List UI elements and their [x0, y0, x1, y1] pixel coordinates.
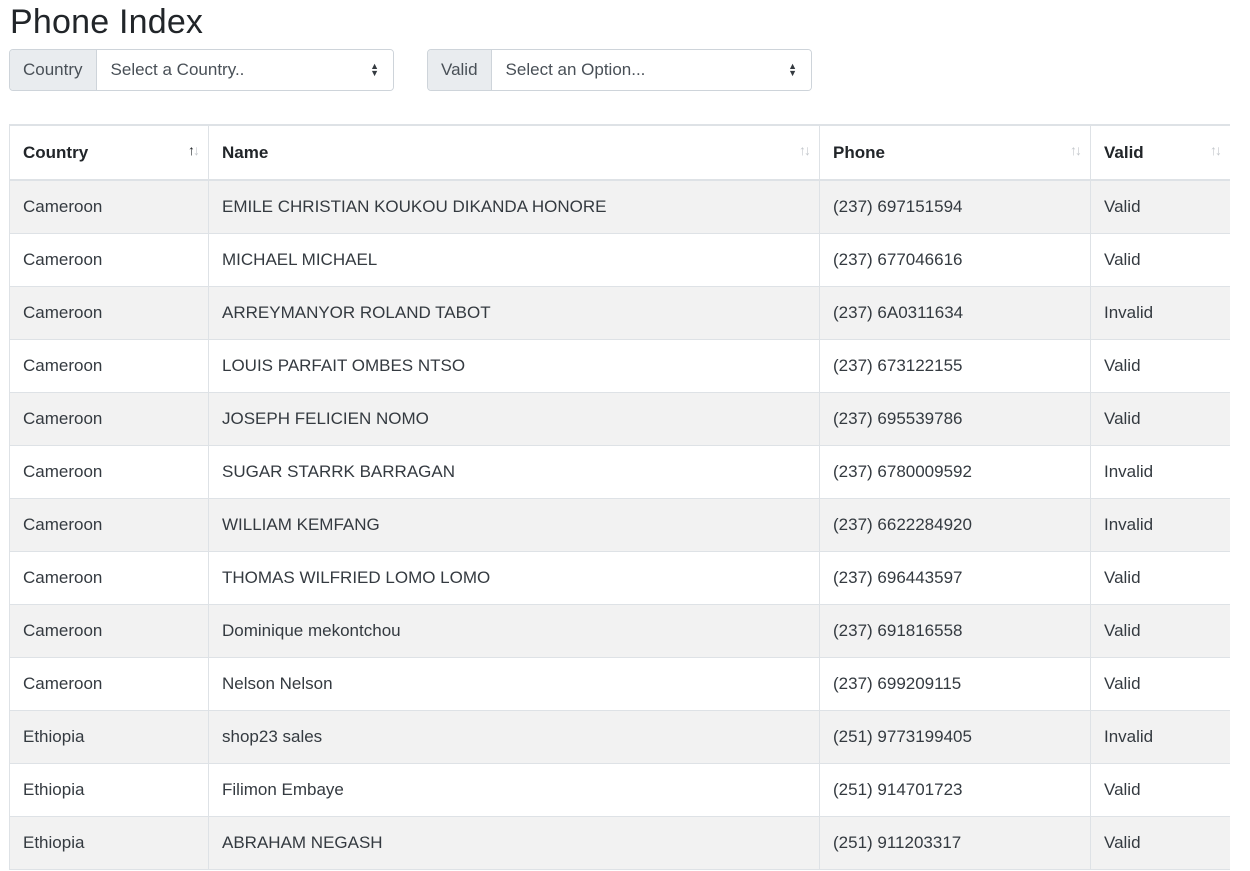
cell-valid: Valid — [1090, 815, 1230, 870]
phone-table-container: Country ↑↓ Name ↑↓ Phone ↑↓ Valid ↑↓ Cam… — [9, 124, 1230, 871]
table-row: Cameroon MICHAEL MICHAEL (237) 677046616 Va… — [9, 232, 1230, 287]
cell-name: THOMAS WILFRIED LOMO LOMO — [208, 550, 820, 605]
cell-valid: Valid — [1090, 603, 1230, 658]
select-arrows-icon: ▲ ▼ — [370, 61, 379, 78]
table-row: Ethiopia shop23 sales (251) 9773199405 Inva… — [9, 709, 1230, 764]
cell-valid: Invalid — [1090, 444, 1230, 499]
column-header-label: Phone — [833, 142, 885, 162]
cell-name: Dominique mekontchou — [208, 603, 820, 658]
cell-name: ARREYMANYOR ROLAND TABOT — [208, 285, 820, 340]
phone-table: Country ↑↓ Name ↑↓ Phone ↑↓ Valid ↑↓ Cam… — [9, 124, 1230, 870]
cell-phone: (237) 6622284920 — [819, 497, 1091, 552]
cell-name: JOSEPH FELICIEN NOMO — [208, 391, 820, 446]
cell-valid: Valid — [1090, 179, 1230, 234]
column-header-label: Country — [23, 142, 89, 162]
sort-ascending-icon: ↑↓ — [188, 142, 200, 158]
cell-name: Nelson Nelson — [208, 656, 820, 711]
cell-valid: Valid — [1090, 232, 1230, 287]
column-header-phone[interactable]: Phone ↑↓ — [819, 124, 1091, 181]
cell-country: Cameroon — [9, 179, 209, 234]
cell-valid: Valid — [1090, 656, 1230, 711]
cell-name: MICHAEL MICHAEL — [208, 232, 820, 287]
cell-phone: (251) 9773199405 — [819, 709, 1091, 764]
cell-phone: (237) 699209115 — [819, 656, 1091, 711]
column-header-country[interactable]: Country ↑↓ — [9, 124, 209, 181]
cell-country: Cameroon — [9, 550, 209, 605]
cell-country: Cameroon — [9, 444, 209, 499]
cell-valid: Invalid — [1090, 285, 1230, 340]
cell-valid: Invalid — [1090, 709, 1230, 764]
table-row: Ethiopia ABRAHAM NEGASH (251) 911203317 Val… — [9, 815, 1230, 870]
cell-phone: (237) 695539786 — [819, 391, 1091, 446]
table-row: Cameroon Nelson Nelson (237) 699209115 Vali… — [9, 656, 1230, 711]
sort-icon: ↑↓ — [1210, 142, 1222, 158]
country-select[interactable]: Select a Country.. ▲ ▼ — [96, 50, 393, 90]
valid-select[interactable]: Select an Option... ▲ ▼ — [491, 50, 811, 90]
cell-phone: (251) 914701723 — [819, 762, 1091, 817]
cell-country: Cameroon — [9, 603, 209, 658]
table-row: Cameroon ARREYMANYOR ROLAND TABOT (237) 6A… — [9, 285, 1230, 340]
cell-phone: (251) 911203317 — [819, 815, 1091, 870]
cell-name: WILLIAM KEMFANG — [208, 497, 820, 552]
valid-filter: Valid Select an Option... ▲ ▼ — [427, 49, 812, 91]
cell-valid: Valid — [1090, 338, 1230, 393]
cell-country: Cameroon — [9, 656, 209, 711]
table-row: Cameroon THOMAS WILFRIED LOMO LOMO (237) 6… — [9, 550, 1230, 605]
cell-phone: (237) 673122155 — [819, 338, 1091, 393]
cell-name: LOUIS PARFAIT OMBES NTSO — [208, 338, 820, 393]
column-header-label: Valid — [1104, 142, 1144, 162]
valid-filter-label: Valid — [428, 50, 492, 90]
column-header-valid[interactable]: Valid ↑↓ — [1090, 124, 1230, 181]
cell-phone: (237) 677046616 — [819, 232, 1091, 287]
cell-name: shop23 sales — [208, 709, 820, 764]
sort-icon: ↑↓ — [799, 142, 811, 158]
cell-phone: (237) 697151594 — [819, 179, 1091, 234]
column-header-label: Name — [222, 142, 269, 162]
cell-name: ABRAHAM NEGASH — [208, 815, 820, 870]
table-row: Cameroon WILLIAM KEMFANG (237) 6622284920 I… — [9, 497, 1230, 552]
cell-country: Cameroon — [9, 391, 209, 446]
cell-valid: Valid — [1090, 762, 1230, 817]
cell-country: Ethiopia — [9, 709, 209, 764]
cell-phone: (237) 696443597 — [819, 550, 1091, 605]
cell-country: Ethiopia — [9, 762, 209, 817]
column-header-name[interactable]: Name ↑↓ — [208, 124, 820, 181]
cell-country: Cameroon — [9, 232, 209, 287]
cell-name: Filimon Embaye — [208, 762, 820, 817]
cell-valid: Valid — [1090, 391, 1230, 446]
cell-valid: Valid — [1090, 550, 1230, 605]
cell-phone: (237) 6A0311634 — [819, 285, 1091, 340]
table-row: Ethiopia Filimon Embaye (251) 914701723 Val… — [9, 762, 1230, 817]
page-title: Phone Index — [10, 3, 204, 41]
table-row: Cameroon EMILE CHRISTIAN KOUKOU DIKANDA H… — [9, 179, 1230, 234]
cell-country: Cameroon — [9, 497, 209, 552]
table-row: Cameroon JOSEPH FELICIEN NOMO (237) 695539… — [9, 391, 1230, 446]
cell-name: EMILE CHRISTIAN KOUKOU DIKANDA HONORE — [208, 179, 820, 234]
cell-name: SUGAR STARRK BARRAGAN — [208, 444, 820, 499]
cell-phone: (237) 691816558 — [819, 603, 1091, 658]
table-row: Cameroon Dominique mekontchou (237) 691816… — [9, 603, 1230, 658]
select-arrows-icon: ▲ ▼ — [788, 61, 797, 78]
table-header-row: Country ↑↓ Name ↑↓ Phone ↑↓ Valid ↑↓ — [9, 124, 1230, 181]
valid-select-placeholder: Select an Option... — [505, 60, 646, 79]
cell-valid: Invalid — [1090, 497, 1230, 552]
country-filter: Country Select a Country.. ▲ ▼ — [9, 49, 394, 91]
table-body: Cameroon EMILE CHRISTIAN KOUKOU DIKANDA H… — [9, 179, 1230, 870]
cell-country: Ethiopia — [9, 815, 209, 870]
cell-country: Cameroon — [9, 338, 209, 393]
table-row: Cameroon SUGAR STARRK BARRAGAN (237) 67800… — [9, 444, 1230, 499]
country-select-placeholder: Select a Country.. — [110, 60, 245, 79]
table-row: Cameroon LOUIS PARFAIT OMBES NTSO (237) 67… — [9, 338, 1230, 393]
country-filter-label: Country — [10, 50, 97, 90]
sort-icon: ↑↓ — [1070, 142, 1082, 158]
cell-phone: (237) 6780009592 — [819, 444, 1091, 499]
cell-country: Cameroon — [9, 285, 209, 340]
